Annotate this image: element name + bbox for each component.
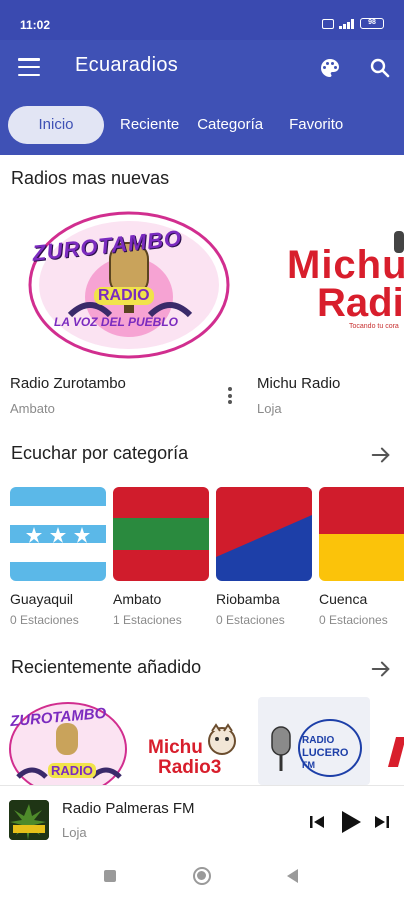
- category-name: Ambato: [113, 591, 162, 607]
- tab-bar: Inicio Reciente Categoría Favorito: [0, 103, 404, 147]
- back-icon[interactable]: [287, 869, 298, 883]
- search-icon[interactable]: [368, 56, 392, 80]
- michu-logo-radio: Radi: [317, 281, 404, 325]
- play-icon[interactable]: [340, 810, 362, 834]
- player-subtitle: Loja: [62, 825, 87, 840]
- radio-city: Ambato: [10, 401, 55, 416]
- tab-favorito[interactable]: Favorito: [289, 106, 343, 144]
- status-time: 11:02: [20, 18, 51, 32]
- radio-name: Radio Zurotambo: [10, 375, 126, 392]
- palette-icon[interactable]: [318, 56, 342, 80]
- home-icon[interactable]: [193, 867, 211, 885]
- michu-logo-slogan: Tocando tu cora: [349, 323, 399, 330]
- michu-mascot-icon: [208, 723, 236, 755]
- category-count: 0 Estaciones: [319, 613, 388, 627]
- recent-logo-title: Michu: [148, 737, 203, 758]
- tab-reciente[interactable]: Reciente: [120, 106, 179, 144]
- sim-icon: [322, 18, 334, 29]
- radio-city: Loja: [257, 401, 282, 416]
- category-name: Cuenca: [319, 591, 368, 607]
- status-icons: 98: [322, 18, 384, 29]
- category-name: Riobamba: [216, 591, 280, 607]
- arrow-right-icon[interactable]: [370, 658, 392, 680]
- cuenca-flag: [319, 487, 404, 581]
- category-count: 0 Estaciones: [10, 613, 79, 627]
- player-artwork: [9, 800, 49, 840]
- radio-card-michu[interactable]: Michu Radi Tocando tu cora Michu Radio L…: [257, 205, 404, 416]
- recent-item-zurotambo[interactable]: ZUROTAMBO RADIO: [8, 697, 130, 785]
- recent-logo-fm: FM: [302, 760, 315, 770]
- newest-section-title: Radios mas nuevas: [11, 168, 170, 188]
- zurotambo-logo-slogan: LA VOZ DEL PUEBLO: [54, 315, 179, 329]
- skip-next-icon[interactable]: [374, 814, 390, 830]
- signal-icon: [339, 18, 355, 29]
- recent-section-title: Recientemente añadido: [11, 657, 202, 677]
- recent-logo-radio: Radio3: [158, 757, 222, 778]
- status-bar: 11:02 98: [0, 0, 404, 40]
- tab-inicio[interactable]: Inicio: [8, 106, 104, 144]
- category-name: Guayaquil: [10, 591, 74, 607]
- riobamba-flag: [216, 487, 312, 581]
- category-card-riobamba[interactable]: Riobamba 0 Estaciones: [216, 487, 312, 627]
- michu-logo: Michu Radi Tocando tu cora: [257, 205, 404, 365]
- zurotambo-logo: ZUROTAMBO RADIO LA VOZ DEL PUEBLO: [10, 205, 240, 365]
- menu-icon[interactable]: [18, 58, 40, 76]
- app-title: Ecuaradios: [75, 54, 179, 76]
- recent-logo-radio: RADIO: [48, 763, 96, 778]
- app-bar: Ecuaradios: [0, 40, 404, 96]
- radio-card-zurotambo[interactable]: ZUROTAMBO RADIO LA VOZ DEL PUEBLO Radio …: [10, 205, 240, 416]
- category-count: 0 Estaciones: [216, 613, 285, 627]
- recent-strip: ZUROTAMBO RADIO Michu Radio3 RADIO LUCER…: [0, 697, 404, 785]
- player-title: Radio Palmeras FM: [62, 800, 195, 817]
- category-count: 1 Estaciones: [113, 613, 182, 627]
- recents-icon[interactable]: [104, 870, 116, 882]
- recent-item-lucero[interactable]: RADIO LUCERO FM: [258, 697, 370, 785]
- category-card-ambato[interactable]: Ambato 1 Estaciones: [113, 487, 209, 627]
- tab-categoria[interactable]: Categoría: [197, 106, 263, 144]
- guayaquil-flag: [10, 487, 106, 581]
- category-card-cuenca[interactable]: Cuenca 0 Estaciones: [319, 487, 404, 627]
- recent-logo-title: LUCERO: [302, 747, 349, 759]
- recent-item-partial[interactable]: [388, 697, 404, 785]
- more-options-icon[interactable]: [226, 387, 234, 407]
- system-nav-bar: [0, 850, 404, 900]
- microphone-icon: [271, 726, 291, 771]
- recent-logo-radio: RADIO: [302, 735, 335, 746]
- app-header: 11:02 98 Ecuaradios Inicio Reciente Cate…: [0, 0, 404, 155]
- category-card-guayaquil[interactable]: Guayaquil 0 Estaciones: [10, 487, 106, 627]
- skip-previous-icon[interactable]: [309, 814, 325, 830]
- categories-section-title: Ecuchar por categoría: [11, 443, 189, 463]
- mini-player[interactable]: Radio Palmeras FM Loja: [0, 785, 404, 849]
- ambato-flag: [113, 487, 209, 581]
- recent-item-michu[interactable]: Michu Radio3: [142, 697, 242, 785]
- zurotambo-logo-radio: RADIO: [94, 287, 154, 305]
- battery-icon: 98: [360, 18, 384, 29]
- radio-name: Michu Radio: [257, 375, 341, 392]
- arrow-right-icon[interactable]: [370, 444, 392, 466]
